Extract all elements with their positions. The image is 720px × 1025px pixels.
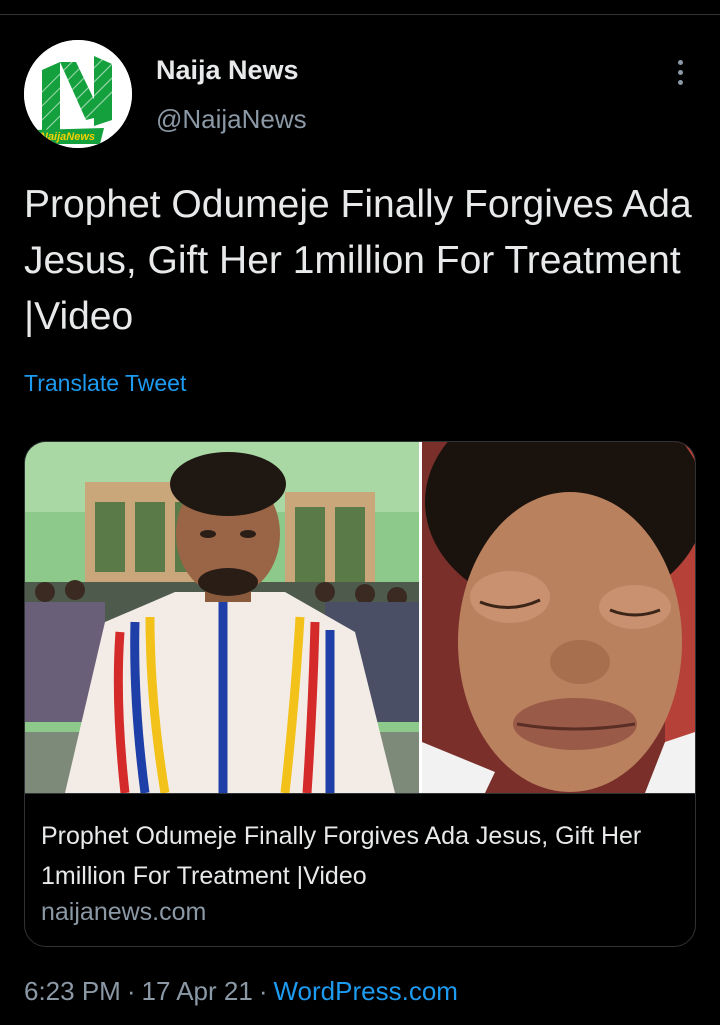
link-preview-card[interactable]: Prophet Odumeje Finally Forgives Ada Jes… xyxy=(24,441,696,947)
top-divider xyxy=(0,14,720,15)
tweet-meta: 6:23 PM · 17 Apr 21 · WordPress.com xyxy=(24,976,458,1007)
svg-text:NaijaNews: NaijaNews xyxy=(40,131,95,143)
card-image[interactable] xyxy=(25,442,695,793)
tweet-text: Prophet Odumeje Finally Forgives Ada Jes… xyxy=(24,183,692,338)
card-title[interactable]: Prophet Odumeje Finally Forgives Ada Jes… xyxy=(41,816,677,896)
meta-separator: · xyxy=(258,976,268,1006)
avatar[interactable]: NaijaNews xyxy=(24,40,132,148)
naija-news-logo: NaijaNews xyxy=(24,40,132,148)
photo-left xyxy=(25,442,419,793)
photo-right xyxy=(422,442,695,793)
card-domain: naijanews.com xyxy=(41,898,207,926)
tweet-date: 17 Apr 21 xyxy=(141,976,253,1006)
more-options-button[interactable] xyxy=(662,52,698,92)
meta-separator: · xyxy=(126,976,136,1006)
more-vertical-icon xyxy=(677,59,683,85)
author-handle[interactable]: @NaijaNews xyxy=(156,104,307,135)
author-name[interactable]: Naija News xyxy=(156,55,299,86)
tweet-time: 6:23 PM xyxy=(24,976,121,1006)
card-info[interactable]: Prophet Odumeje Finally Forgives Ada Jes… xyxy=(25,793,695,946)
tweet-source-link[interactable]: WordPress.com xyxy=(273,976,457,1006)
translate-tweet-link[interactable]: Translate Tweet xyxy=(24,370,186,397)
